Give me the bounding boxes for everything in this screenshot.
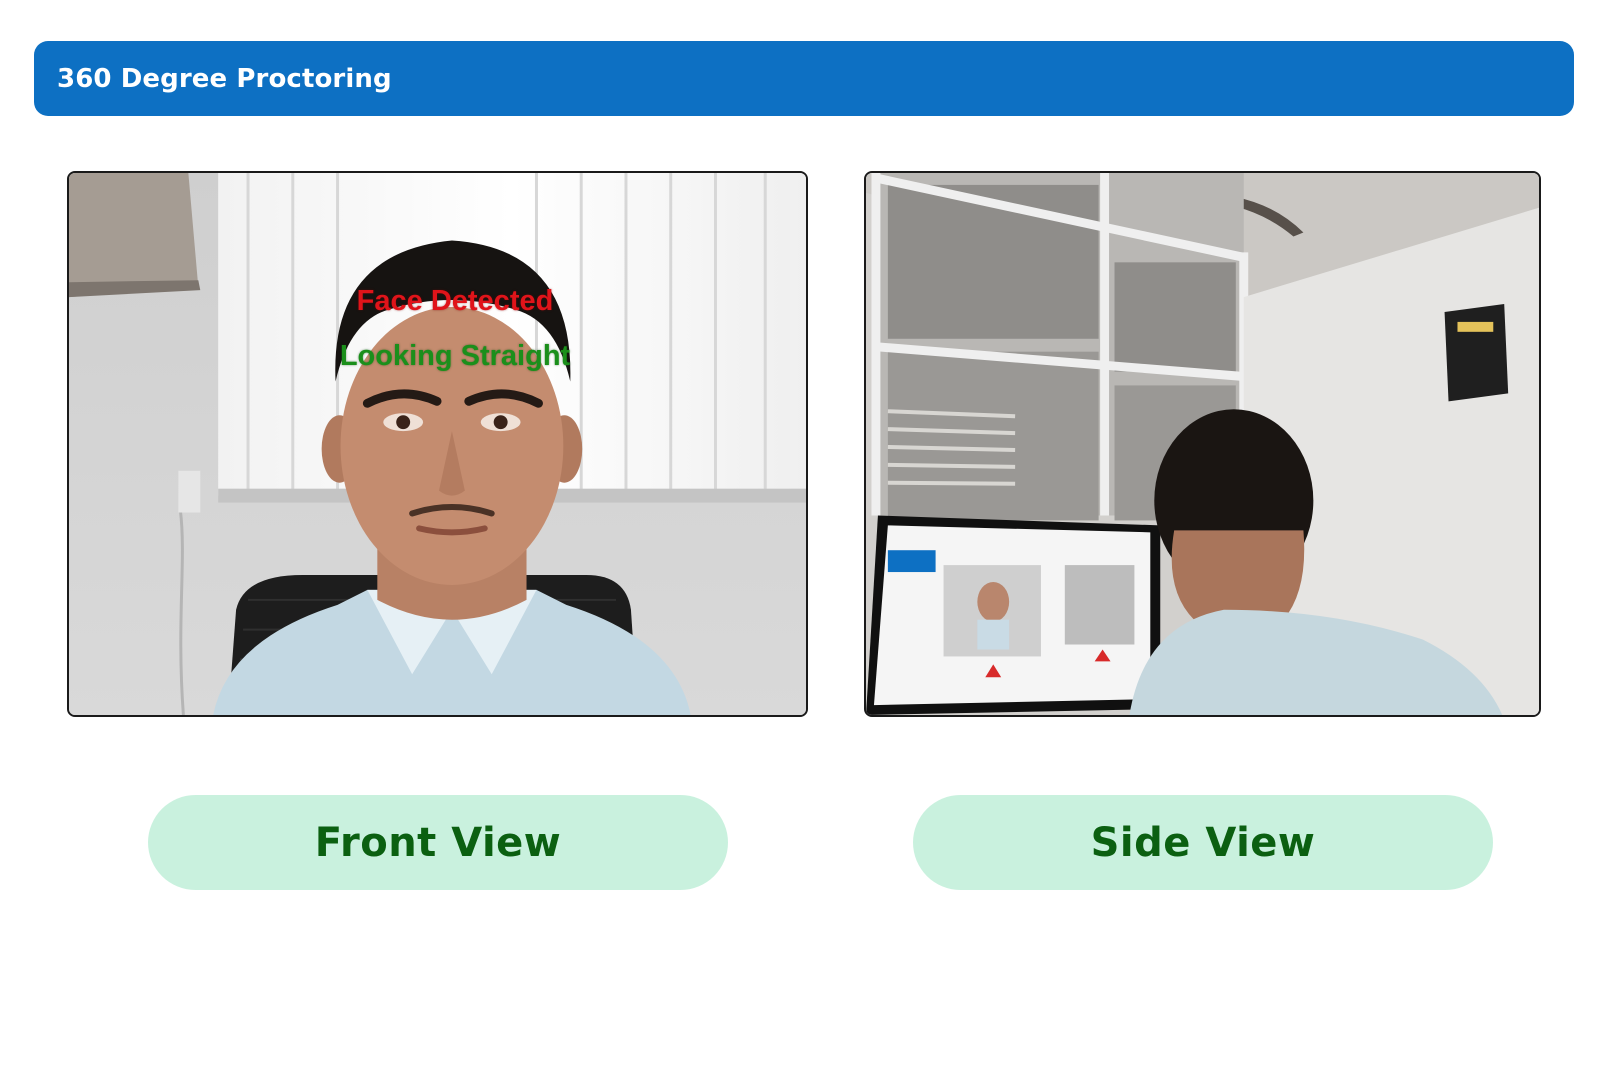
side-view-label-text: Side View: [1090, 819, 1316, 866]
side-camera-image: [866, 173, 1539, 715]
gaze-status: Looking Straight: [339, 340, 571, 372]
page-header: 360 Degree Proctoring: [34, 41, 1574, 116]
front-view-label-text: Front View: [314, 819, 562, 866]
page-title: 360 Degree Proctoring: [57, 63, 392, 94]
face-detected-status: Face Detected: [356, 285, 554, 317]
front-camera-feed: Face Detected Looking Straight: [67, 171, 808, 717]
side-camera-feed: [864, 171, 1541, 717]
front-view-label: Front View: [148, 795, 728, 890]
side-view-label: Side View: [913, 795, 1493, 890]
front-camera-image: [69, 173, 806, 715]
